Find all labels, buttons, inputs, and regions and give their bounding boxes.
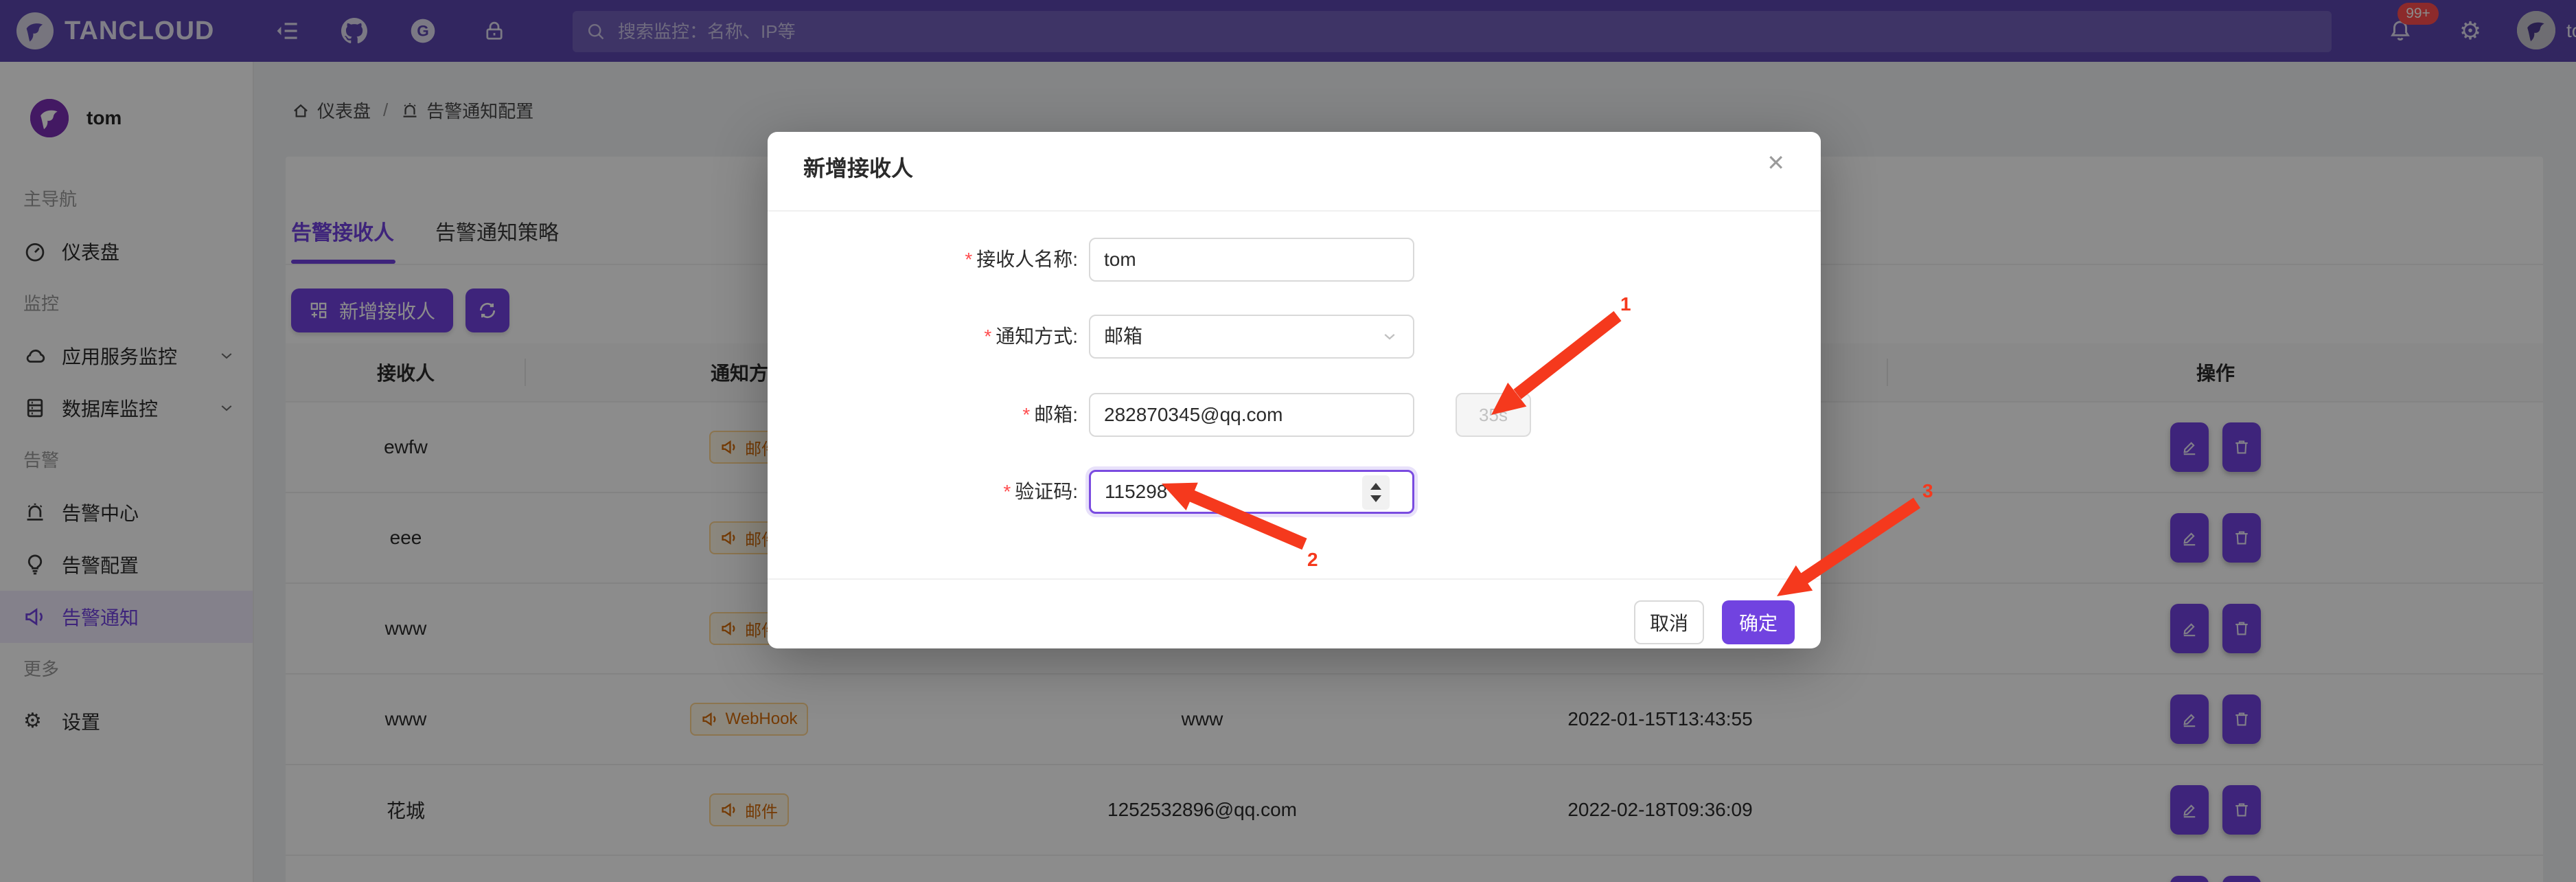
email-input[interactable] [1089, 393, 1414, 437]
add-receiver-modal: 新增接收人 ✕ *接收人名称: *通知方式: 邮箱 *邮箱: 35s *验证码: [768, 132, 1821, 648]
close-icon[interactable]: ✕ [1758, 148, 1793, 177]
cancel-button[interactable]: 取消 [1634, 600, 1704, 644]
send-code-countdown-button[interactable]: 35s [1456, 393, 1531, 437]
ok-button[interactable]: 确定 [1722, 600, 1795, 644]
field-receiver-name: *接收人名称: [768, 238, 1821, 283]
field-label: 邮箱: [1034, 404, 1078, 425]
required-mark: * [1003, 481, 1011, 502]
field-verify-code: *验证码: [768, 470, 1821, 515]
modal-header-divider [768, 210, 1821, 212]
field-label: 通知方式: [996, 326, 1078, 347]
notify-type-select[interactable]: 邮箱 [1089, 315, 1414, 359]
required-mark: * [965, 249, 972, 270]
modal-footer-divider [768, 578, 1821, 580]
chevron-down-icon [1381, 328, 1398, 345]
field-email: *邮箱: 35s [768, 393, 1821, 438]
stepper-up-icon[interactable] [1370, 483, 1381, 490]
modal-title: 新增接收人 [803, 151, 913, 183]
field-label: 接收人名称: [976, 249, 1078, 270]
field-label: 验证码: [1015, 481, 1078, 502]
required-mark: * [984, 326, 991, 347]
number-stepper[interactable] [1362, 475, 1390, 510]
required-mark: * [1022, 404, 1030, 425]
stepper-down-icon[interactable] [1370, 495, 1381, 502]
receiver-name-input[interactable] [1089, 238, 1414, 282]
field-notify-type: *通知方式: 邮箱 [768, 315, 1821, 360]
app-root: TANCLOUD G 99+ ⚙ tom [0, 0, 2576, 882]
